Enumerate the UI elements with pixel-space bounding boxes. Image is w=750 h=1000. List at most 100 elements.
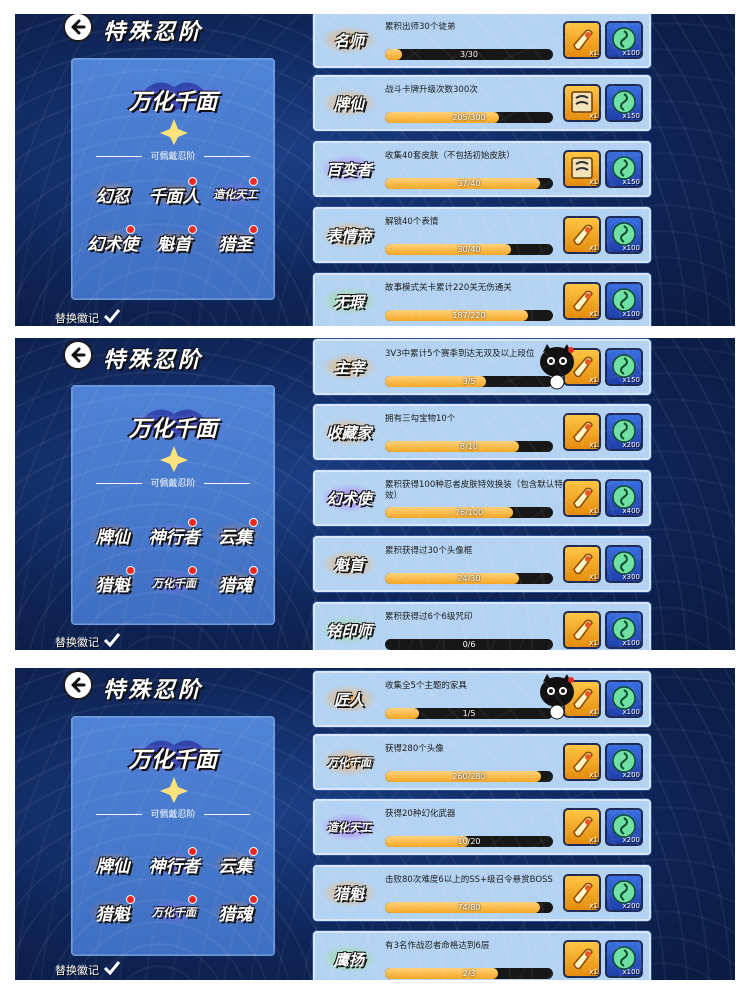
badge-item[interactable]: 魁首 [143, 225, 204, 259]
task-badge: 猎魁 [321, 877, 377, 909]
reward-item[interactable]: x200 [605, 808, 643, 846]
chat-assistant-icon[interactable] [537, 344, 577, 390]
reward-item[interactable]: x200 [605, 743, 643, 781]
badge-item[interactable]: 幻忍 [82, 177, 143, 211]
reward-item[interactable]: x100 [605, 680, 643, 718]
reward-item[interactable]: x200 [605, 874, 643, 912]
reward-count: x200 [622, 902, 640, 910]
reward-item[interactable]: x100 [605, 21, 643, 59]
reward-item[interactable]: x100 [605, 216, 643, 254]
badge-item[interactable]: 猎魁 [82, 566, 143, 600]
task-badge-label: 表情帝 [326, 226, 372, 245]
reward-item[interactable]: x400 [605, 479, 643, 517]
task-row[interactable]: 匠人 收集全5个主题的家具 1/5 x1 x100 [313, 671, 651, 727]
badge-item[interactable]: 幻术使 [82, 225, 143, 259]
reward-item[interactable]: x1 [563, 479, 601, 517]
reward-item[interactable]: x1 [563, 21, 601, 59]
task-description: 累积获得过6个6级咒印 [385, 612, 473, 622]
task-row[interactable]: 收藏家 拥有三勾宝物10个 8/10 x1 x200 [313, 404, 651, 460]
reward-item[interactable]: x1 [563, 874, 601, 912]
reward-count: x1 [589, 441, 598, 449]
task-badge: 表情帝 [321, 219, 377, 251]
progress-bar: 10/20 [385, 836, 553, 847]
badge-item[interactable]: 造化天工 [205, 177, 266, 211]
back-arrow-button[interactable] [63, 14, 93, 42]
section-label: 可佩戴忍阶 [72, 476, 274, 489]
task-row[interactable]: 魁首 累积获得过30个头像框 24/30 x1 x300 [313, 536, 651, 592]
badge-item[interactable]: 万化千面 [143, 566, 204, 600]
reward-item[interactable]: x1 [563, 611, 601, 649]
task-description: 故事模式关卡累计220关无伤通关 [385, 283, 512, 293]
progress-text: 37/40 [457, 179, 481, 188]
task-row[interactable]: 无瑕 故事模式关卡累计220关无伤通关 187/220 x1 x100 [313, 273, 651, 326]
badge-item[interactable]: 猎魂 [205, 566, 266, 600]
badge-item[interactable]: 云集 [205, 518, 266, 552]
reward-item[interactable]: x150 [605, 150, 643, 188]
reward-item[interactable]: x150 [605, 348, 643, 386]
reward-item[interactable]: x1 [563, 545, 601, 583]
reward-item[interactable]: x1 [563, 413, 601, 451]
badge-item[interactable]: 猎圣 [205, 225, 266, 259]
task-description: 累积出师30个徒弟 [385, 22, 456, 32]
task-row[interactable]: 牌仙 战斗卡牌升级次数300次 205/300 x1 x150 [313, 75, 651, 131]
back-arrow-button[interactable] [63, 340, 93, 370]
task-row[interactable]: 百变者 收集40套皮肤（不包括初始皮肤） 37/40 x1 x150 [313, 141, 651, 197]
badge-label: 猎圣 [218, 234, 253, 255]
reward-count: x100 [622, 244, 640, 252]
task-row[interactable]: 造化天工 获得20种幻化武器 10/20 x1 x200 [313, 799, 651, 855]
reward-item[interactable]: x100 [605, 611, 643, 649]
reward-item[interactable]: x100 [605, 940, 643, 978]
task-row[interactable]: 主宰 3V3中累计5个赛季到达无双及以上段位 3/5 x1 x150 [313, 339, 651, 395]
task-badge-label: 鹰扬 [333, 950, 364, 969]
badge-item[interactable]: 神行者 [143, 847, 204, 881]
task-row[interactable]: 万化千面 获得280个头像 260/280 x1 x200 [313, 734, 651, 790]
task-row[interactable]: 表情帝 解锁40个表情 30/40 x1 x100 [313, 207, 651, 263]
reward-item[interactable]: x100 [605, 282, 643, 320]
task-row[interactable]: 猎魁 击败80次难度6以上的SS+级召令悬赏BOSS 74/80 x1 x200 [313, 865, 651, 921]
back-arrow-button[interactable] [63, 670, 93, 700]
task-row[interactable]: 名师 累积出师30个徒弟 3/30 x1 x100 [313, 14, 651, 68]
reward-item[interactable]: x1 [563, 940, 601, 978]
replace-emblem-toggle[interactable]: 替换徽记 [55, 632, 121, 650]
task-description: 有3名作战忍者命格达到6层 [385, 941, 490, 951]
page-title: 特殊忍阶 [103, 19, 204, 45]
badge-item[interactable]: 猎魁 [82, 895, 143, 929]
reward-count: x1 [589, 836, 598, 844]
chat-assistant-icon[interactable] [537, 674, 577, 720]
reward-item[interactable]: x1 [563, 84, 601, 122]
badge-item[interactable]: 神行者 [143, 518, 204, 552]
task-badge: 鹰扬 [321, 943, 377, 975]
badge-label: 猎魁 [95, 904, 130, 925]
badge-label: 魁首 [156, 234, 191, 255]
task-row[interactable]: 鹰扬 有3名作战忍者命格达到6层 2/3 x1 x100 [313, 931, 651, 980]
badge-item[interactable]: 万化千面 [143, 895, 204, 929]
reward-item[interactable]: x1 [563, 808, 601, 846]
reward-count: x200 [622, 771, 640, 779]
badge-item[interactable]: 猎魂 [205, 895, 266, 929]
badge-item[interactable]: 牌仙 [82, 847, 143, 881]
reward-count: x200 [622, 836, 640, 844]
reward-item[interactable]: x150 [605, 84, 643, 122]
task-row[interactable]: 铭印师 累积获得过6个6级咒印 0/6 x1 x100 [313, 602, 651, 650]
emblem-panel: 万化千面 可佩戴忍阶 牌仙 神行者 云集 猎魁 万化千面 猎魂 [71, 716, 275, 956]
badge-label: 云集 [218, 856, 253, 877]
badge-label: 万化千面 [151, 906, 196, 919]
replace-emblem-toggle[interactable]: 替换徽记 [55, 960, 121, 980]
back-arrow-icon [71, 347, 86, 363]
task-badge-label: 牌仙 [333, 94, 364, 113]
badge-grid: 幻忍 千面人 造化天工 幻术使 魁首 猎圣 [82, 177, 266, 259]
replace-emblem-toggle[interactable]: 替换徽记 [55, 308, 121, 326]
reward-item[interactable]: x1 [563, 743, 601, 781]
task-badge-label: 无瑕 [333, 292, 364, 311]
progress-bar: 0/6 [385, 639, 553, 650]
badge-item[interactable]: 千面人 [143, 177, 204, 211]
reward-item[interactable]: x200 [605, 413, 643, 451]
reward-item[interactable]: x1 [563, 216, 601, 254]
reward-item[interactable]: x1 [563, 282, 601, 320]
back-arrow-icon [71, 19, 86, 35]
reward-item[interactable]: x300 [605, 545, 643, 583]
task-row[interactable]: 幻术使 累积获得100种忍者皮肤特效换装（包含默认特效） 76/100 x1 x… [313, 470, 651, 526]
reward-item[interactable]: x1 [563, 150, 601, 188]
badge-item[interactable]: 牌仙 [82, 518, 143, 552]
badge-item[interactable]: 云集 [205, 847, 266, 881]
